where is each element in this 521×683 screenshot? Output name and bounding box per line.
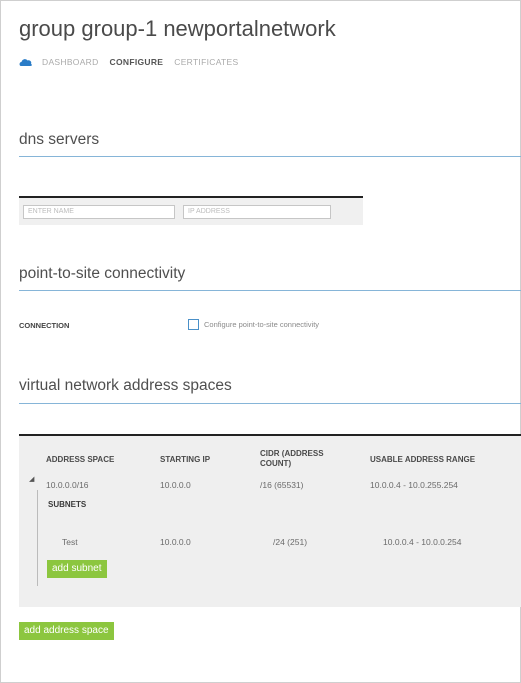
p2s-section-rule xyxy=(19,290,521,291)
col-cidr: CIDR (ADDRESS COUNT) xyxy=(260,449,324,468)
p2s-checkbox-label[interactable]: Configure point-to-site connectivity xyxy=(204,320,319,329)
dns-section-title: dns servers xyxy=(19,131,100,148)
col-address-space: ADDRESS SPACE xyxy=(46,455,115,464)
address-cidr[interactable]: /16 (65531) xyxy=(260,480,303,490)
p2s-checkbox[interactable] xyxy=(188,319,199,330)
tab-certificates[interactable]: CERTIFICATES xyxy=(174,57,238,67)
tab-bar: DASHBOARD CONFIGURE CERTIFICATES xyxy=(19,57,249,67)
vnet-section-title: virtual network address spaces xyxy=(19,377,232,394)
add-address-space-button[interactable]: add address space xyxy=(19,622,114,640)
address-space-value[interactable]: 10.0.0.0/16 xyxy=(46,480,89,490)
subnets-heading: SUBNETS xyxy=(48,500,87,509)
add-subnet-button[interactable]: add subnet xyxy=(47,560,107,578)
cloud-network-icon xyxy=(19,59,32,66)
dns-entry-row: ENTER NAME IP ADDRESS xyxy=(19,196,363,225)
dns-name-input[interactable]: ENTER NAME xyxy=(23,205,175,219)
address-starting-ip: 10.0.0.0 xyxy=(160,480,191,490)
col-starting-ip: STARTING IP xyxy=(160,455,211,464)
address-usable-range: 10.0.0.4 - 10.0.255.254 xyxy=(370,480,458,490)
dns-section-rule xyxy=(19,156,521,157)
subnet-cidr[interactable]: /24 (251) xyxy=(273,537,307,547)
connection-label: CONNECTION xyxy=(19,321,70,330)
dns-ip-input[interactable]: IP ADDRESS xyxy=(183,205,331,219)
col-usable-range: USABLE ADDRESS RANGE xyxy=(370,455,476,464)
collapse-icon[interactable]: ◢ xyxy=(29,475,34,483)
vnet-section-rule xyxy=(19,403,521,404)
tab-configure[interactable]: CONFIGURE xyxy=(110,57,164,67)
tab-dashboard[interactable]: DASHBOARD xyxy=(42,57,99,67)
page-title: group group-1 newportalnetwork xyxy=(19,16,336,41)
subnet-name[interactable]: Test xyxy=(62,537,78,547)
subnet-starting-ip[interactable]: 10.0.0.0 xyxy=(160,537,191,547)
subnets-bracket xyxy=(37,490,38,586)
subnet-usable-range: 10.0.0.4 - 10.0.0.254 xyxy=(383,537,462,547)
p2s-section-title: point-to-site connectivity xyxy=(19,265,186,282)
